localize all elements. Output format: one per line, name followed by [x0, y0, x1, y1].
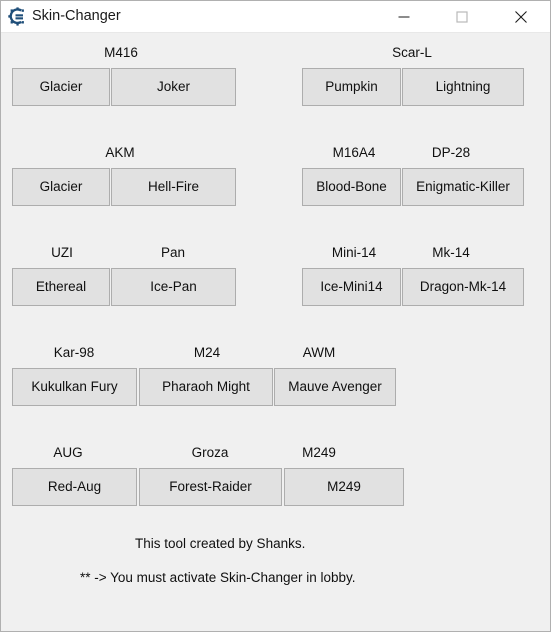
skin-button-pharaoh-might[interactable]: Pharaoh Might	[139, 368, 273, 406]
skin-button-ethereal[interactable]: Ethereal	[12, 268, 110, 306]
weapon-label-dp-28: DP-28	[431, 145, 471, 160]
skin-button-red-aug[interactable]: Red-Aug	[12, 468, 137, 506]
weapon-label-m416: M416	[104, 45, 138, 60]
close-button[interactable]	[498, 1, 544, 32]
weapon-label-kar-98: Kar-98	[53, 345, 95, 360]
skin-button-ice-pan[interactable]: Ice-Pan	[111, 268, 236, 306]
title-bar: Skin-Changer	[1, 1, 550, 33]
footer-note-2: ** -> You must activate Skin-Changer in …	[80, 570, 356, 585]
weapon-label-m24: M24	[193, 345, 221, 360]
skin-button-kukulkan-fury[interactable]: Kukulkan Fury	[12, 368, 137, 406]
weapon-label-mk-14: Mk-14	[432, 245, 470, 260]
maximize-button[interactable]	[439, 1, 485, 32]
skin-button-pumpkin[interactable]: Pumpkin	[302, 68, 401, 106]
skin-changer-window: Skin-Changer M416 Glacier Joker Scar-L Pumpk…	[0, 0, 551, 632]
skin-button-lightning[interactable]: Lightning	[402, 68, 524, 106]
skin-button-glacier[interactable]: Glacier	[12, 68, 110, 106]
weapon-label-groza: Groza	[191, 445, 229, 460]
weapon-label-akm: AKM	[105, 145, 135, 160]
skin-button-blood-bone[interactable]: Blood-Bone	[302, 168, 401, 206]
weapon-label-scar-l: Scar-L	[392, 45, 432, 60]
weapon-label-mini-14: Mini-14	[331, 245, 377, 260]
skin-button-ice-mini14[interactable]: Ice-Mini14	[302, 268, 401, 306]
skin-button-hell-fire[interactable]: Hell-Fire	[111, 168, 236, 206]
minimize-button[interactable]	[381, 1, 427, 32]
client-area: M416 Glacier Joker Scar-L Pumpkin Lightning AK…	[1, 33, 550, 631]
skin-button-m249[interactable]: M249	[284, 468, 404, 506]
weapon-label-uzi: UZI	[51, 245, 73, 260]
weapon-label-m249: M249	[302, 445, 336, 460]
skin-button-enigmatic-killer[interactable]: Enigmatic-Killer	[402, 168, 524, 206]
window-title: Skin-Changer	[32, 8, 121, 24]
weapon-label-aug: AUG	[53, 445, 83, 460]
weapon-label-awm: AWM	[302, 345, 336, 360]
skin-button-glacier[interactable]: Glacier	[12, 168, 110, 206]
skin-button-dragon-mk-14[interactable]: Dragon-Mk-14	[402, 268, 524, 306]
skin-button-joker[interactable]: Joker	[111, 68, 236, 106]
skin-button-mauve-avenger[interactable]: Mauve Avenger	[274, 368, 396, 406]
skin-button-forest-raider[interactable]: Forest-Raider	[139, 468, 282, 506]
footer-note-1: This tool created by Shanks.	[135, 536, 306, 551]
weapon-label-m16a4: M16A4	[332, 145, 376, 160]
weapon-label-pan: Pan	[160, 245, 186, 260]
gear-icon	[8, 7, 27, 26]
